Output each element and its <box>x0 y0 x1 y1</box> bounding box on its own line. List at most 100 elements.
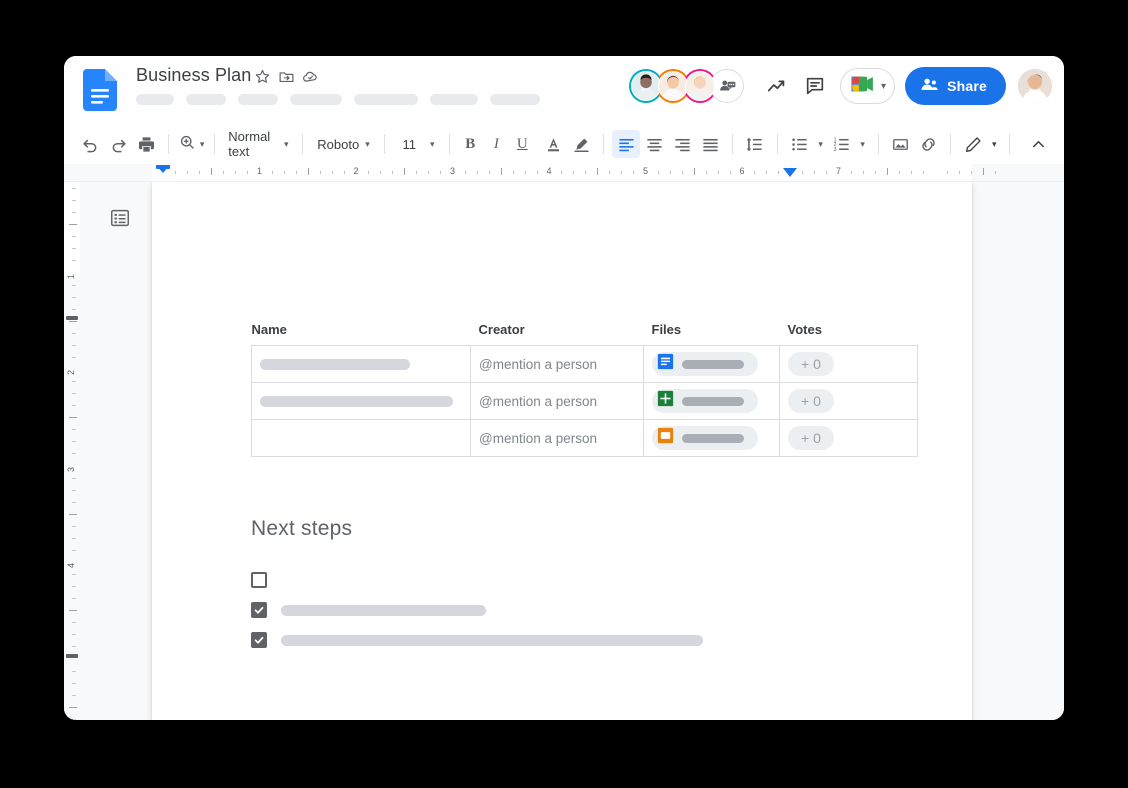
collaborator-avatar-3[interactable] <box>683 69 718 103</box>
toolbar-divider <box>168 134 169 154</box>
cell-files[interactable] <box>643 345 780 383</box>
document-title[interactable]: Business Plan <box>136 65 251 86</box>
table-row[interactable]: @mention a person + 0 <box>251 419 918 457</box>
bold-button[interactable]: B <box>457 130 483 158</box>
ruler-number: 5 <box>642 166 649 176</box>
cell-files[interactable] <box>643 382 780 420</box>
comment-icon[interactable] <box>796 67 834 105</box>
chevron-down-icon[interactable]: ▾ <box>881 81 886 92</box>
checklist-item[interactable] <box>251 625 917 655</box>
vote-chip[interactable]: + 0 <box>788 389 834 413</box>
italic-button[interactable]: I <box>483 130 509 158</box>
checklist-item[interactable] <box>251 565 917 595</box>
pencil-edit-icon[interactable] <box>959 130 987 158</box>
menu-pill[interactable] <box>354 94 418 105</box>
align-left-icon[interactable] <box>612 130 641 158</box>
ruler-number: 3 <box>449 166 456 176</box>
cell-votes[interactable]: + 0 <box>779 382 918 420</box>
menu-pill[interactable] <box>238 94 278 105</box>
cell-name[interactable] <box>251 419 471 457</box>
vote-chip[interactable]: + 0 <box>788 426 834 450</box>
checklist-item[interactable] <box>251 595 917 625</box>
vote-chip[interactable]: + 0 <box>788 352 834 376</box>
share-button[interactable]: Share <box>905 67 1006 105</box>
menu-pill[interactable] <box>186 94 226 105</box>
checkbox-checked-icon[interactable] <box>251 602 267 618</box>
top-margin-marker[interactable] <box>66 315 78 320</box>
left-margin-marker[interactable] <box>156 165 170 169</box>
toolbar-divider <box>950 134 952 154</box>
document-page[interactable]: Name Creator Files Votes @mention a pers… <box>152 182 972 720</box>
checkbox-checked-icon[interactable] <box>251 632 267 648</box>
menu-pill[interactable] <box>290 94 342 105</box>
table-row[interactable]: @mention a person + 0 <box>251 345 918 383</box>
cell-votes[interactable]: + 0 <box>779 419 918 457</box>
cell-creator[interactable]: @mention a person <box>470 345 644 383</box>
bottom-margin-marker[interactable] <box>66 653 78 658</box>
redo-icon[interactable] <box>104 130 132 158</box>
right-indent-marker[interactable] <box>783 168 798 177</box>
cell-files[interactable] <box>643 419 780 457</box>
mention-placeholder[interactable]: @mention a person <box>479 394 635 409</box>
toolbar-divider <box>1009 134 1010 154</box>
bulleted-list-caret[interactable]: ▾ <box>814 130 828 158</box>
paragraph-style-dropdown[interactable]: Normal text ▾ <box>222 129 294 159</box>
chevron-down-icon[interactable]: ▾ <box>200 139 205 150</box>
cell-creator[interactable]: @mention a person <box>470 419 644 457</box>
edit-mode-caret[interactable]: ▾ <box>987 130 1001 158</box>
align-justify-icon[interactable] <box>696 130 724 158</box>
highlight-color-icon[interactable] <box>567 130 595 158</box>
mention-placeholder[interactable]: @mention a person <box>479 357 635 372</box>
chevron-up-icon[interactable] <box>1024 130 1052 158</box>
cloud-saved-icon[interactable] <box>302 68 319 85</box>
file-chip-sheets[interactable] <box>652 389 758 413</box>
person-speech-bubble-icon[interactable] <box>710 69 745 103</box>
document-outline-icon[interactable] <box>108 206 132 230</box>
zoom-control[interactable]: ▾ <box>177 130 206 158</box>
ruler-number: 3 <box>66 466 76 472</box>
name-placeholder-bar <box>260 358 410 370</box>
horizontal-ruler[interactable]: 1 2 3 4 5 6 7 <box>64 164 1064 182</box>
checkbox-unchecked-icon[interactable] <box>251 572 267 588</box>
insert-image-icon[interactable] <box>886 130 914 158</box>
star-icon[interactable] <box>254 68 271 85</box>
insert-link-icon[interactable] <box>914 130 942 158</box>
file-chip-docs[interactable] <box>652 352 758 376</box>
file-chip-slides[interactable] <box>652 426 758 450</box>
vertical-ruler[interactable]: 1 2 3 4 <box>64 182 80 720</box>
move-to-folder-icon[interactable] <box>278 68 295 85</box>
menu-pill[interactable] <box>136 94 174 105</box>
ruler-number: 4 <box>546 166 552 176</box>
cell-name[interactable] <box>251 382 471 420</box>
toolbar-divider <box>603 134 605 154</box>
bulleted-list-icon[interactable] <box>786 130 814 158</box>
line-spacing-icon[interactable] <box>741 130 769 158</box>
print-icon[interactable] <box>132 130 160 158</box>
google-sheets-file-icon <box>657 390 674 412</box>
font-size-value: 11 <box>402 136 417 152</box>
title-actions <box>254 68 319 85</box>
font-size-dropdown[interactable]: 11 ▾ <box>393 130 441 158</box>
activity-trend-icon[interactable] <box>758 67 796 105</box>
user-avatar[interactable] <box>1018 69 1052 103</box>
undo-icon[interactable] <box>76 130 104 158</box>
numbered-list-caret[interactable]: ▾ <box>856 130 870 158</box>
menu-pill[interactable] <box>490 94 540 105</box>
text-color-icon[interactable] <box>539 130 567 158</box>
table-row[interactable]: @mention a person + 0 <box>251 382 918 420</box>
menu-pill[interactable] <box>430 94 478 105</box>
cell-creator[interactable]: @mention a person <box>470 382 644 420</box>
cell-votes[interactable]: + 0 <box>779 345 918 383</box>
align-right-icon[interactable] <box>668 130 696 158</box>
underline-button[interactable]: U <box>509 130 535 158</box>
google-docs-logo[interactable] <box>83 69 117 111</box>
mention-placeholder[interactable]: @mention a person <box>479 431 635 446</box>
name-placeholder-bar <box>260 395 453 407</box>
font-family-dropdown[interactable]: Roboto ▾ <box>311 130 375 158</box>
cell-name[interactable] <box>251 345 471 383</box>
align-center-icon[interactable] <box>640 130 668 158</box>
horizontal-ruler-track[interactable]: 1 2 3 4 5 6 7 <box>152 164 1064 181</box>
numbered-list-icon[interactable]: 1 2 3 <box>828 130 856 158</box>
google-meet-button[interactable]: ▾ <box>840 68 896 104</box>
chevron-down-icon: ▾ <box>818 138 823 149</box>
